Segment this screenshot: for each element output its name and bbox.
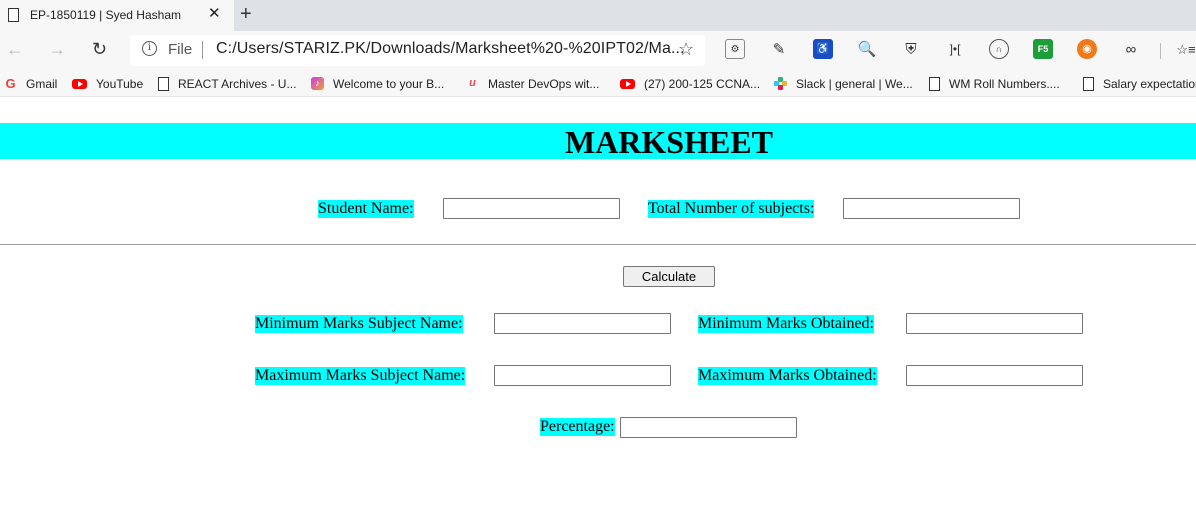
- orange-extension-icon[interactable]: ◉: [1077, 39, 1097, 59]
- bookmark-youtube[interactable]: YouTube: [72, 75, 143, 92]
- bookmark-slack[interactable]: Slack | general | We...: [774, 75, 913, 92]
- bookmark-master-devops[interactable]: u Master DevOps wit...: [466, 75, 599, 92]
- min-obtained-label: Minimum Marks Obtained:: [698, 315, 874, 333]
- total-subjects-input[interactable]: [843, 198, 1020, 219]
- max-obtained-input[interactable]: [906, 365, 1083, 386]
- title-banner: MARKSHEET: [0, 123, 1196, 160]
- bookmark-welcome[interactable]: ♪ Welcome to your B...: [311, 75, 444, 92]
- info-icon[interactable]: i: [142, 41, 157, 56]
- max-obtained-label: Maximum Marks Obtained:: [698, 367, 877, 385]
- close-tab-icon[interactable]: ✕: [208, 5, 221, 23]
- address-separator: [202, 41, 203, 59]
- student-name-label: Student Name:: [318, 200, 414, 218]
- max-subject-label: Maximum Marks Subject Name:: [255, 367, 466, 385]
- shield-extension-icon[interactable]: ⛨: [901, 39, 921, 59]
- bookmark-ccna[interactable]: (27) 200-125 CCNA...: [620, 75, 760, 92]
- glasses-extension-icon[interactable]: ∞: [1121, 39, 1141, 59]
- magnifier-extension-icon[interactable]: 🔍: [857, 39, 877, 59]
- puzzle-extension-icon[interactable]: ⚙: [725, 39, 745, 59]
- forward-arrow-icon[interactable]: →: [48, 39, 66, 59]
- total-subjects-label: Total Number of subjects:: [648, 200, 815, 218]
- youtube-icon: [620, 78, 635, 89]
- star-icon[interactable]: ☆: [678, 39, 694, 60]
- min-subject-label: Minimum Marks Subject Name:: [255, 315, 463, 333]
- tab-title: EP-1850119 | Syed Hasham: [30, 8, 181, 22]
- bookmark-gmail[interactable]: G Gmail: [4, 75, 57, 92]
- bookmark-react-archives[interactable]: REACT Archives - U...: [158, 75, 296, 92]
- pen-extension-icon[interactable]: ✎: [769, 39, 789, 59]
- youtube-icon: [72, 78, 87, 89]
- page-icon: [8, 8, 19, 22]
- max-subject-input[interactable]: [494, 365, 671, 386]
- google-icon: G: [5, 76, 16, 91]
- divider-line: [0, 244, 1196, 245]
- udemy-icon: u: [469, 77, 476, 89]
- page-icon: [1083, 76, 1094, 91]
- browser-tab[interactable]: EP-1850119 | Syed Hasham ✕: [0, 0, 234, 31]
- bookmarks-bar: G Gmail YouTube REACT Archives - U... ♪ …: [0, 70, 1196, 97]
- toolbar-divider: [1160, 43, 1161, 59]
- scheme-label: File: [168, 41, 193, 58]
- min-obtained-input[interactable]: [906, 313, 1083, 334]
- f5-extension-icon[interactable]: F5: [1033, 39, 1053, 59]
- url-text[interactable]: C:/Users/STARIZ.PK/Downloads/Marksheet%2…: [216, 40, 685, 58]
- refresh-icon[interactable]: ↻: [92, 39, 107, 59]
- favorites-icon[interactable]: ☆≡: [1176, 39, 1196, 59]
- back-arrow-icon[interactable]: ←: [6, 39, 24, 59]
- bookmark-salary-expectation[interactable]: Salary expectation: [1083, 75, 1196, 92]
- headphones-extension-icon[interactable]: ∩: [989, 39, 1009, 59]
- new-tab-button[interactable]: +: [240, 3, 252, 25]
- calculate-button[interactable]: Calculate: [623, 266, 715, 287]
- browser-toolbar: ← → ↻ i File C:/Users/STARIZ.PK/Download…: [0, 31, 1196, 70]
- percentage-input[interactable]: [620, 417, 797, 438]
- page-icon: [929, 76, 940, 91]
- brackets-extension-icon[interactable]: ]•[: [945, 39, 965, 59]
- accessibility-extension-icon[interactable]: ♿: [813, 39, 833, 59]
- page-title: MARKSHEET: [564, 124, 774, 160]
- music-icon: ♪: [311, 77, 324, 90]
- page-icon: [158, 76, 169, 91]
- page-content: MARKSHEET Student Name: Total Number of …: [0, 98, 1196, 507]
- slack-icon: [774, 77, 787, 90]
- bookmark-wm-roll-numbers[interactable]: WM Roll Numbers....: [929, 75, 1060, 92]
- student-name-input[interactable]: [443, 198, 620, 219]
- tab-strip: EP-1850119 | Syed Hasham ✕ +: [0, 0, 1196, 31]
- address-bar[interactable]: i File C:/Users/STARIZ.PK/Downloads/Mark…: [130, 35, 705, 66]
- percentage-label: Percentage:: [540, 418, 615, 436]
- min-subject-input[interactable]: [494, 313, 671, 334]
